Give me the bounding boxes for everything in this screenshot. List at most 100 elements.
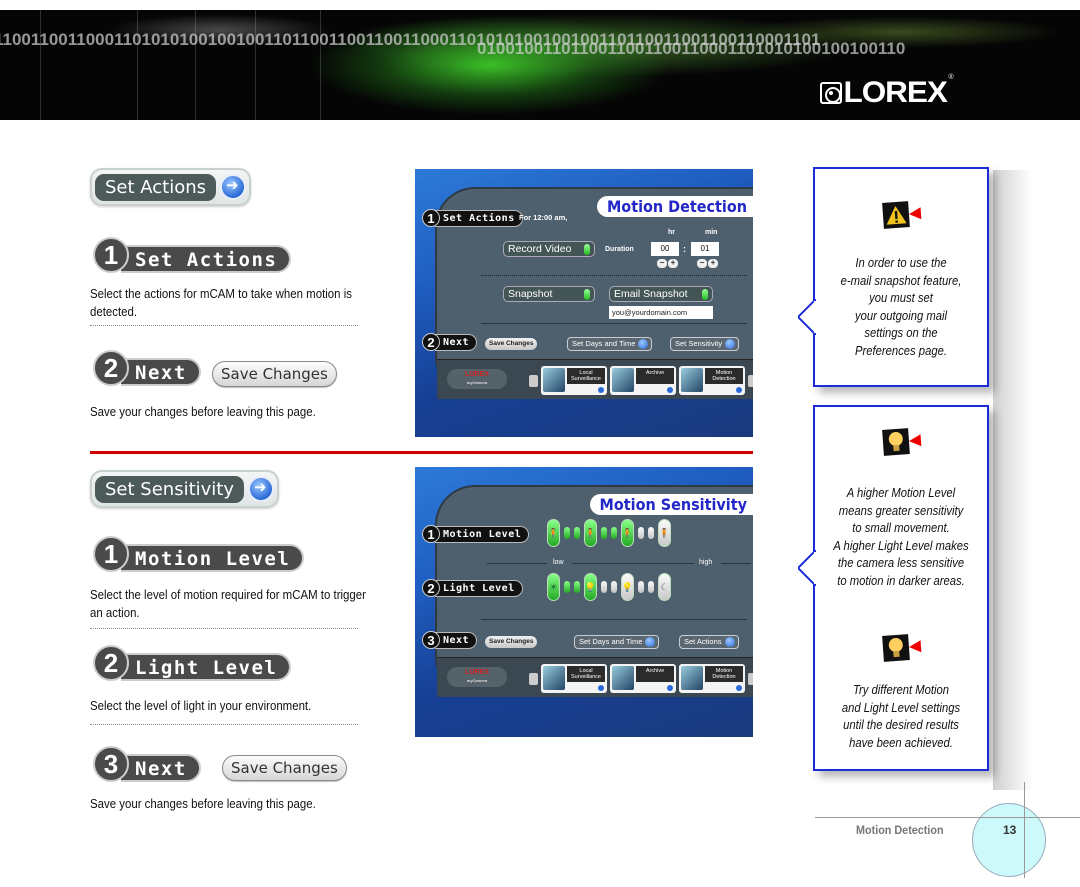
toggle-label: Snapshot [508,288,553,300]
nav-label: Set Sensitivity [675,339,723,348]
motion-level-step[interactable] [638,527,644,539]
email-input[interactable]: you@yourdomain.com [609,306,713,319]
carousel-next-arrow-icon[interactable] [748,672,753,685]
registered-mark: ® [948,74,954,81]
motion-level-step[interactable] [611,527,617,539]
step-number: 3 [93,746,129,782]
motion-level-step[interactable] [601,527,607,539]
lorex-logo-text: LOREX [843,76,948,109]
step-label: Motion Level [435,525,530,543]
minus-icon[interactable]: − [657,259,667,268]
step-description: Select the actions for mCAM to take when… [90,286,352,319]
step-set-actions: 1 Set Actions [422,209,523,227]
mini-lorex-logo: LOREX myCamera [447,369,507,389]
light-level-2[interactable]: 💡 [584,573,597,601]
light-level-4[interactable]: ☾ [658,573,671,601]
step-number: 1 [93,237,129,273]
carousel-prev-arrow-icon[interactable] [529,374,538,387]
save-changes-button[interactable]: Save Changes [212,361,337,387]
save-changes-button[interactable]: Save Changes [222,755,347,781]
light-level-step[interactable] [574,581,580,593]
plus-icon[interactable]: + [668,259,678,268]
light-level-step[interactable] [601,581,607,593]
nav-label: Set Days and Time [572,339,636,348]
arrow-right-icon [736,387,742,393]
page-edge-shadow [993,170,1033,790]
motion-thumbnail-icon [681,368,703,392]
motion-level-2[interactable]: 🧍 [584,519,597,547]
arrow-right-icon [598,685,604,691]
banner-line [255,10,256,120]
light-level-step[interactable] [564,581,570,593]
divider [90,628,358,629]
camera-thumbnail-icon [543,666,565,690]
light-level-step[interactable] [648,581,654,593]
step-light-level: 2 Light Level [422,579,523,597]
duration-min-input[interactable]: 01 [691,242,719,256]
carousel-item-archive[interactable]: Archive [610,664,676,693]
step-label: Next [435,333,478,351]
motion-level-step[interactable] [648,527,654,539]
minus-icon[interactable]: − [697,259,707,268]
carousel-item-local-surveillance[interactable]: Local Surveillance [541,366,607,395]
light-level-3[interactable]: 💡 [621,573,634,601]
carousel-item-local-surveillance[interactable]: Local Surveillance [541,664,607,693]
arrow-right-icon [724,637,735,647]
step-label: Set Actions [435,209,523,227]
save-changes-button[interactable]: Save Changes [485,338,538,350]
light-level-1[interactable]: ☀ [547,573,560,601]
page-number: 13 [1003,823,1017,837]
set-actions-nav-button[interactable]: Set Actions [679,635,739,649]
motion-level-step[interactable] [564,527,570,539]
min-stepper[interactable]: − + [697,259,718,268]
set-days-time-button[interactable]: Set Days and Time [567,337,653,351]
warning-icon [882,201,922,229]
step-number: 2 [93,645,129,681]
set-actions-button[interactable]: Set Actions [90,168,252,206]
archive-thumbnail-icon [612,368,634,392]
toggle-label: Record Video [508,243,572,255]
carousel-next-arrow-icon[interactable] [748,374,753,387]
email-snapshot-toggle[interactable]: Email Snapshot [609,286,713,302]
step-number: 1 [422,209,440,227]
plus-icon[interactable]: + [708,259,718,268]
min-label: min [705,229,718,236]
time-separator: : [683,244,686,254]
carousel-item-motion-detection[interactable]: Motion Detection [679,664,745,693]
light-level-slider[interactable]: ☀ 💡 💡 ☾ [547,573,671,601]
carousel-item-archive[interactable]: Archive [610,366,676,395]
step-heading-next: 2 Next [93,350,201,386]
step-motion-level: 1 Motion Level [422,525,530,543]
motion-level-1[interactable]: 🧍 [547,519,560,547]
duration-hr-input[interactable]: 00 [651,242,679,256]
carousel-prev-arrow-icon[interactable] [529,672,538,685]
step-heading-set-actions: 1 Set Actions [93,237,292,273]
set-sensitivity-button-label: Set Sensitivity [95,475,244,503]
motion-thumbnail-icon [681,666,703,690]
motion-level-step[interactable] [574,527,580,539]
motion-level-4[interactable]: 🧍 [658,519,671,547]
step-next: 2 Next [422,333,478,351]
arrow-right-icon [645,637,656,647]
hr-stepper[interactable]: − + [657,259,678,268]
light-level-step[interactable] [611,581,617,593]
motion-level-3[interactable]: 🧍 [621,519,634,547]
record-video-toggle[interactable]: Record Video [503,241,595,257]
motion-level-slider[interactable]: 🧍 🧍 🧍 🧍 [547,519,671,547]
set-days-time-button[interactable]: Set Days and Time [574,635,660,649]
step-number: 1 [422,525,440,543]
light-level-step[interactable] [638,581,644,593]
carousel-item-motion-detection[interactable]: Motion Detection [679,366,745,395]
set-sensitivity-button[interactable]: Set Sensitivity [90,470,279,508]
panel-title: Motion Detection [596,196,753,217]
nav-label: Set Days and Time [579,637,643,646]
binary-text-secondary: 0100100110110011001100110001101010100100… [477,39,906,58]
banner-line [195,10,196,120]
snapshot-toggle[interactable]: Snapshot [503,286,595,302]
save-changes-button[interactable]: Save Changes [485,636,538,648]
set-sensitivity-nav-button[interactable]: Set Sensitivity [670,337,740,351]
duration-label: Duration [605,246,634,253]
banner-line [40,10,41,120]
toggle-led-on [584,288,590,300]
arrow-right-icon [248,476,274,502]
